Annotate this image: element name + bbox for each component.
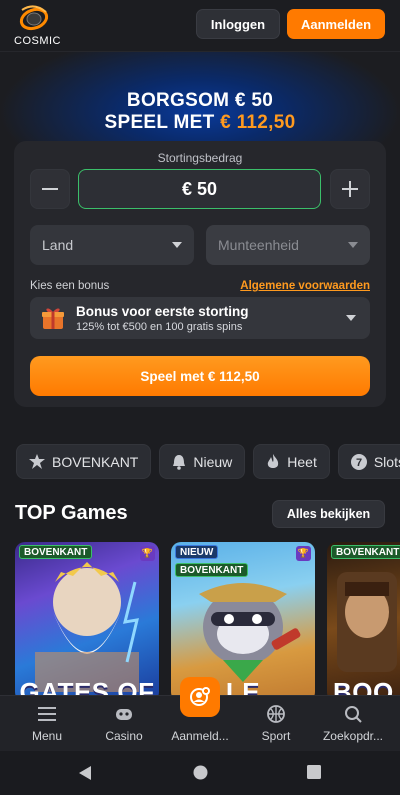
promo-hero: BORGSOM € 50 SPEEL MET € 112,50 bbox=[0, 52, 400, 147]
login-button[interactable]: Inloggen bbox=[196, 9, 280, 39]
flame-icon bbox=[268, 453, 279, 468]
nav-casino[interactable]: Casino bbox=[84, 696, 164, 752]
play-with-bonus-button[interactable]: Speel met € 112,50 bbox=[30, 356, 370, 396]
nav-label: Aanmeld... bbox=[171, 729, 229, 743]
nav-search[interactable]: Zoekopdr... bbox=[313, 696, 393, 752]
decrease-amount-button[interactable] bbox=[30, 169, 70, 209]
chevron-down-icon bbox=[348, 242, 358, 248]
trophy-icon: 🏆 bbox=[140, 546, 155, 561]
star-burst-icon bbox=[29, 453, 45, 469]
ball-icon bbox=[267, 705, 285, 723]
recents-icon[interactable] bbox=[307, 765, 321, 779]
svg-text:7: 7 bbox=[356, 457, 362, 469]
user-plus-icon bbox=[190, 687, 210, 706]
logo-text: COSMIC bbox=[14, 35, 61, 47]
chip-top[interactable]: BOVENKANT bbox=[16, 444, 152, 479]
hero-headline: BORGSOM € 50 bbox=[126, 90, 274, 111]
top-header: COSMIC Inloggen Aanmelden bbox=[0, 0, 400, 52]
chevron-down-icon bbox=[172, 242, 182, 248]
nav-menu[interactable]: Menu bbox=[7, 696, 87, 752]
bonus-label: Kies een bonus bbox=[30, 280, 110, 292]
currency-select-placeholder: Munteenheid bbox=[218, 237, 299, 253]
tag-top: BOVENKANT bbox=[19, 545, 93, 559]
tag-new: NIEUW bbox=[175, 545, 219, 559]
nav-label: Zoekopdr... bbox=[322, 729, 384, 743]
gift-icon bbox=[42, 308, 64, 329]
bonus-subtitle: 125% tot €500 en 100 gratis spins bbox=[76, 320, 243, 333]
bonus-text: Bonus voor eerste storting 125% tot €500… bbox=[76, 304, 249, 333]
app-root: COSMIC Inloggen Aanmelden BORGSOM € 50 S… bbox=[0, 0, 400, 795]
nav-sport[interactable]: Sport bbox=[236, 696, 316, 752]
tag-top: BOVENKANT bbox=[175, 563, 249, 577]
country-select-placeholder: Land bbox=[42, 237, 74, 253]
search-icon bbox=[345, 706, 362, 723]
gamepad-icon bbox=[116, 709, 132, 720]
game-card[interactable]: BOVENKANT BOO bbox=[327, 542, 400, 702]
chip-slots[interactable]: 7 Slots bbox=[337, 444, 400, 479]
bell-icon bbox=[173, 454, 186, 470]
bonus-title: Bonus voor eerste storting bbox=[76, 303, 249, 319]
game-card[interactable]: BOVENKANT 🏆 GATES OF bbox=[15, 542, 159, 702]
seven-icon: 7 bbox=[350, 453, 367, 470]
tag-top: BOVENKANT bbox=[331, 545, 400, 559]
hero-play-prefix: SPEEL MET bbox=[104, 112, 215, 133]
see-all-button[interactable]: Alles bekijken bbox=[272, 500, 385, 528]
minus-icon bbox=[42, 188, 58, 190]
home-icon[interactable] bbox=[193, 765, 208, 780]
hero-subheadline: SPEEL MET € 112,50 bbox=[0, 112, 400, 134]
bonus-select[interactable]: Bonus voor eerste storting 125% tot €500… bbox=[30, 297, 370, 339]
chip-label: Slots bbox=[373, 453, 400, 470]
chip-label: Nieuw bbox=[193, 453, 233, 470]
nav-label: Menu bbox=[31, 729, 63, 743]
increase-amount-button[interactable] bbox=[330, 169, 370, 209]
chip-label: BOVENKANT bbox=[52, 453, 139, 470]
nav-label: Casino bbox=[105, 729, 143, 743]
deposit-amount-label: Stortingsbedrag bbox=[157, 151, 243, 165]
system-nav-bar bbox=[0, 751, 400, 795]
country-select[interactable]: Land bbox=[30, 225, 194, 265]
signup-button[interactable]: Aanmelden bbox=[287, 9, 385, 39]
category-chips: BOVENKANT Nieuw Heet 7 Slots bbox=[16, 444, 400, 479]
plus-icon bbox=[342, 181, 358, 197]
hamburger-icon bbox=[38, 707, 56, 721]
top-games-title: TOP Games bbox=[15, 502, 128, 524]
deposit-card: Stortingsbedrag € 50 Land Munteenheid Ki… bbox=[14, 141, 386, 407]
back-icon[interactable] bbox=[77, 765, 93, 781]
terms-link[interactable]: Algemene voorwaarden bbox=[240, 280, 370, 292]
currency-select[interactable]: Munteenheid bbox=[206, 225, 370, 265]
trophy-icon: 🏆 bbox=[296, 546, 311, 561]
nav-label: Sport bbox=[261, 729, 291, 743]
chevron-down-icon bbox=[346, 315, 356, 321]
chip-hot[interactable]: Heet bbox=[253, 444, 330, 479]
hero-play-amount: € 112,50 bbox=[220, 112, 296, 133]
chip-label: Heet bbox=[287, 453, 317, 470]
deposit-amount-input[interactable]: € 50 bbox=[78, 169, 321, 209]
chip-new[interactable]: Nieuw bbox=[159, 444, 246, 479]
signup-fab-button[interactable] bbox=[180, 677, 220, 717]
